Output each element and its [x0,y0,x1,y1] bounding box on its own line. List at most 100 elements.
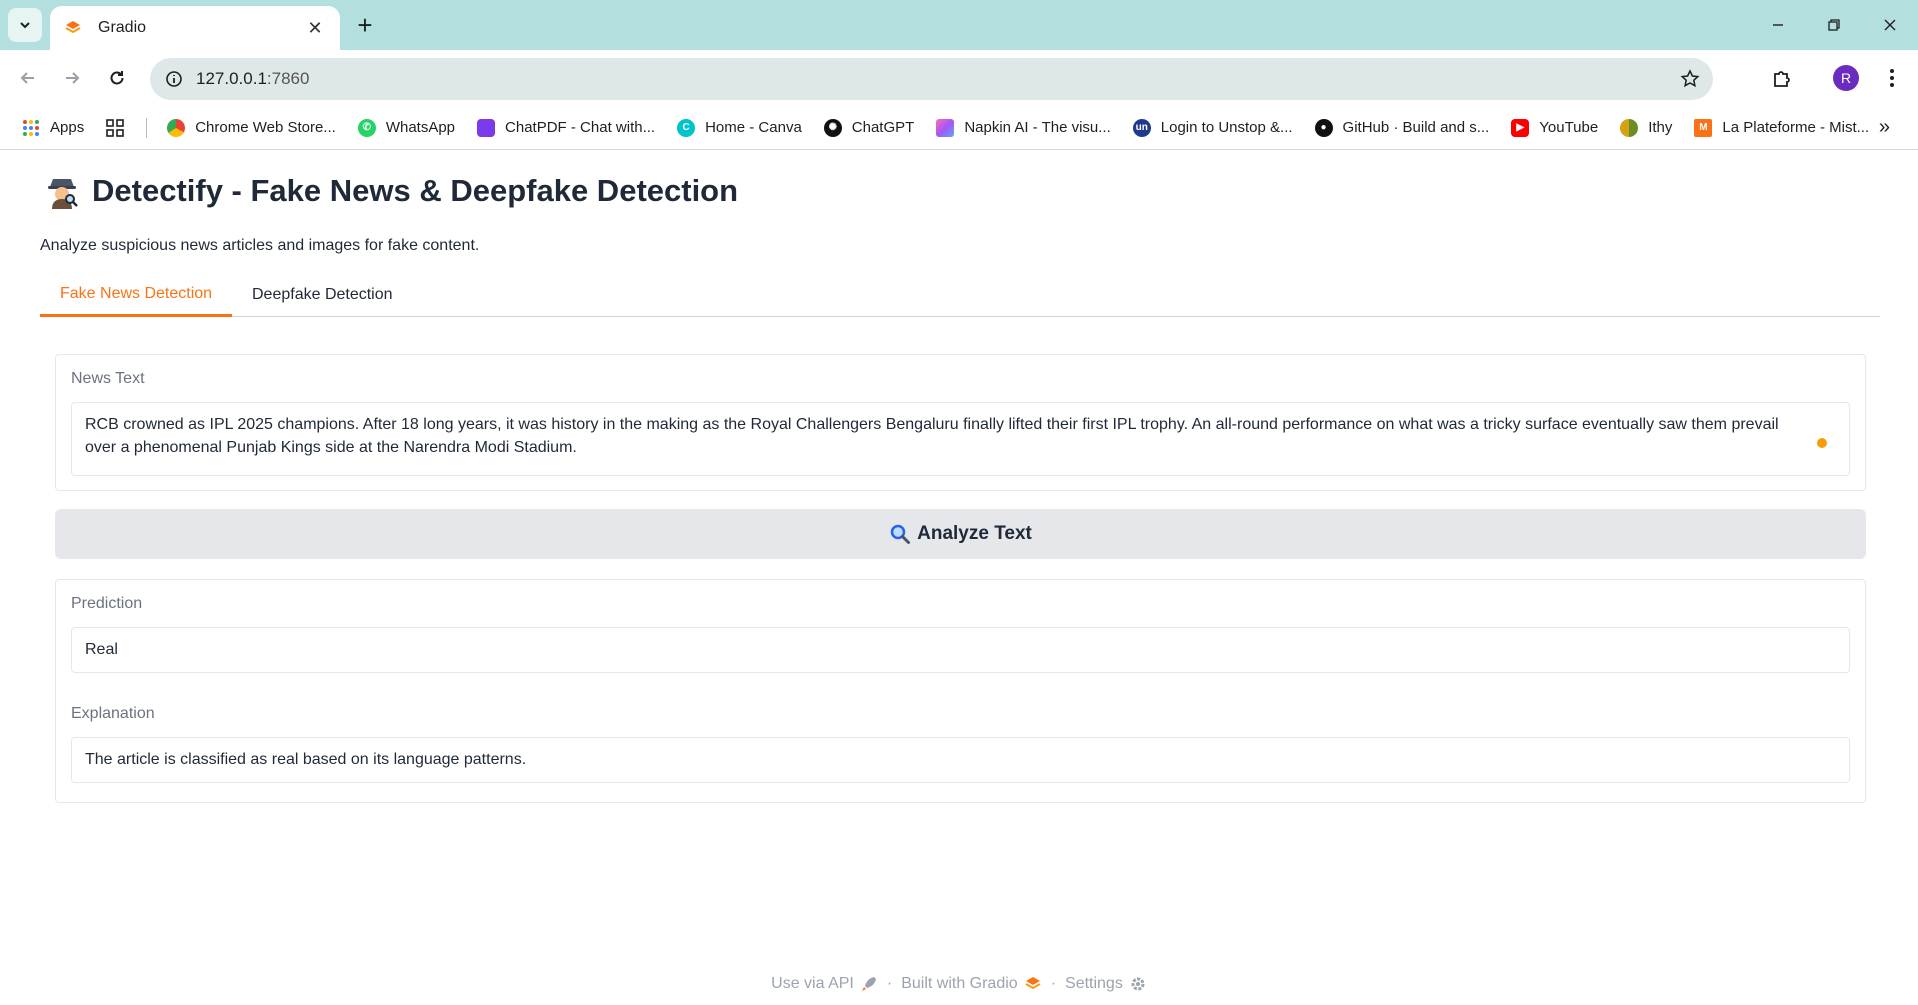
bookmark-mistral[interactable]: M La Plateforme - Mist... [1694,118,1870,137]
explanation-output[interactable]: The article is classified as real based … [71,737,1850,783]
bookmarks-bar: Apps Chrome Web Store... ✆ WhatsApp ChatP… [0,106,1918,150]
apps-grid-icon [22,119,40,137]
chrome-web-store-icon [167,118,186,137]
bookmark-whatsapp[interactable]: ✆ WhatsApp [357,118,456,137]
napkin-icon [936,118,955,137]
back-button[interactable] [12,62,44,94]
explanation-label: Explanation [71,705,155,722]
canva-icon: C [677,118,696,137]
puzzle-icon [1774,71,1790,87]
bookmark-github[interactable]: ● GitHub · Build and s... [1314,118,1490,137]
kebab-menu-icon [1890,69,1894,87]
site-info-icon[interactable] [162,67,186,91]
analyze-text-button[interactable]: Analyze Text [55,509,1866,559]
tab-bar: Fake News Detection Deepfake Detection [40,273,1880,317]
tab-groups-button[interactable] [106,118,125,137]
arrow-left-icon [20,72,34,84]
restore-window-icon[interactable] [1814,8,1854,42]
tab-search-button[interactable] [8,8,42,42]
status-indicator-dot [1817,438,1827,448]
reload-button[interactable] [101,62,133,94]
chatpdf-icon [477,118,496,137]
bookmark-canva[interactable]: C Home - Canva [677,118,802,137]
chevron-down-icon [20,22,30,29]
gear-icon [1129,975,1147,993]
close-tab-icon[interactable]: ✕ [304,17,326,39]
bookmark-label: Chrome Web Store... [195,119,336,136]
bookmark-label: Ithy [1648,119,1673,136]
app-description: Analyze suspicious news articles and ima… [40,237,480,254]
analyze-button-label: Analyze Text [917,523,1032,544]
bookmark-label: WhatsApp [385,119,456,136]
news-text-value: RCB crowned as IPL 2025 champions. After… [85,416,1779,456]
explanation-value: The article is classified as real based … [85,751,527,768]
bookmark-chatgpt[interactable]: ✺ ChatGPT [823,118,914,137]
reload-icon [110,71,124,85]
prediction-output[interactable]: Real [71,627,1850,673]
bookmark-divider [146,117,148,138]
ithy-icon [1620,118,1639,137]
built-with-gradio-text: Built with Gradio [901,975,1018,993]
bookmark-ithy[interactable]: Ithy [1620,118,1673,137]
gradio-logo-icon [1024,975,1042,993]
youtube-icon: ▶ [1511,118,1530,137]
bookmark-napkin[interactable]: Napkin AI - The visu... [936,118,1111,137]
rocket-icon [860,975,878,993]
bookmark-apps[interactable]: Apps [22,119,84,137]
bookmark-youtube[interactable]: ▶ YouTube [1511,118,1598,137]
minimize-window-icon[interactable] [1758,8,1798,42]
close-window-icon[interactable] [1870,8,1910,42]
bookmark-label: Napkin AI - The visu... [964,119,1111,136]
bookmark-label: Login to Unstop &... [1160,119,1293,136]
arrow-right-icon [66,72,80,84]
bookmark-star-icon[interactable] [1677,66,1703,92]
use-via-api-link[interactable]: Use via API [771,975,878,993]
url-port: :7860 [266,69,310,88]
browser-tab-gradio[interactable]: Gradio ✕ [50,6,340,50]
use-via-api-text: Use via API [771,975,854,993]
bookmark-chatpdf[interactable]: ChatPDF - Chat with... [477,118,656,137]
prediction-label: Prediction [71,595,143,612]
settings-link[interactable]: Settings [1065,975,1147,993]
gradio-app: Detectify - Fake News & Deepfake Detecti… [0,151,1918,1005]
bookmark-label: GitHub · Build and s... [1342,119,1490,136]
tab-deepfake-detection[interactable]: Deepfake Detection [232,273,413,317]
forward-button[interactable] [56,62,88,94]
news-text-label: News Text [71,370,145,387]
whatsapp-icon: ✆ [357,118,376,137]
footer-separator: · [886,975,893,993]
url-host: 127.0.0.1 [196,69,267,88]
gradio-favicon-icon [64,19,82,37]
magnifier-icon [889,523,911,545]
news-text-input[interactable]: RCB crowned as IPL 2025 champions. After… [71,402,1850,476]
page-title: Detectify - Fake News & Deepfake Detecti… [44,173,738,209]
bookmark-label: ChatPDF - Chat with... [505,119,656,136]
unstop-icon: un [1132,118,1151,137]
bookmark-label: Home - Canva [705,119,802,136]
bookmark-label: Apps [50,119,85,136]
bookmark-unstop[interactable]: un Login to Unstop &... [1132,118,1293,137]
profile-button[interactable]: R [1830,62,1862,94]
new-tab-button[interactable]: + [350,10,380,40]
footer-separator: · [1050,975,1057,993]
settings-text: Settings [1065,975,1123,993]
tab-fake-news-detection[interactable]: Fake News Detection [40,273,233,317]
browser-tabstrip: Gradio ✕ + [0,0,1918,50]
detective-icon [44,173,80,209]
tab-title: Gradio [98,19,147,36]
gradio-footer: Use via API · Built with Gradio · Settin… [0,975,1918,993]
chatgpt-icon: ✺ [823,118,842,137]
browser-toolbar: 127.0.0.1:7860 R [0,50,1918,106]
bookmark-chrome-web-store[interactable]: Chrome Web Store... [167,118,336,137]
mistral-icon: M [1694,118,1713,137]
bookmark-label: La Plateforme - Mist... [1722,119,1870,136]
news-text-block: News Text RCB crowned as IPL 2025 champi… [55,354,1866,491]
more-bookmarks-icon[interactable]: » [1879,116,1890,139]
browser-menu-button[interactable] [1876,62,1908,94]
extensions-button[interactable] [1766,62,1798,94]
built-with-gradio-link[interactable]: Built with Gradio [901,975,1042,993]
address-bar[interactable]: 127.0.0.1:7860 [150,58,1713,100]
output-block: Prediction Real Explanation The article … [55,579,1866,803]
prediction-value: Real [85,641,118,658]
url-text: 127.0.0.1:7860 [196,69,309,89]
